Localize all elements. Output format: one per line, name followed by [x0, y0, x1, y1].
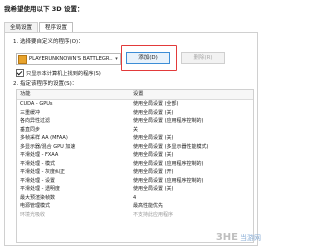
- table-row[interactable]: 平滑处理 - 设置 使用全局设置 (应用程序控制的): [17, 177, 253, 186]
- feature-cell: 多帧采样 AA (MFAA): [20, 135, 68, 141]
- checkbox-label: 只显示本计算机上找到的程序(S): [26, 70, 101, 77]
- feature-cell: 平滑处理 - 透明度: [20, 186, 60, 192]
- table-row[interactable]: 平滑处理 - 透明度 使用全局设置 (关): [17, 185, 253, 194]
- setting-cell[interactable]: 使用全局设置 (开): [130, 168, 253, 177]
- table-row[interactable]: 平滑处理 - 灰度纠正 使用全局设置 (开): [17, 168, 253, 177]
- program-app-icon: [18, 54, 27, 64]
- feature-cell: 最大预渲染帧数: [20, 194, 56, 201]
- setting-cell[interactable]: 使用全局设置 (关): [130, 134, 253, 143]
- watermark: 3HE 当游网: [216, 232, 261, 243]
- column-header-setting[interactable]: 设置: [130, 90, 253, 99]
- chevron-down-icon[interactable]: ▾: [113, 56, 120, 62]
- setting-cell[interactable]: 最高性能优先: [130, 202, 253, 211]
- program-select-value: PLAYERUNKNOWN'S BATTLEGR...: [29, 56, 113, 62]
- feature-cell: 环境光吸收: [20, 211, 46, 218]
- setting-cell[interactable]: 使用全局设置 (关): [130, 185, 253, 194]
- setting-cell[interactable]: 使用全局设置 (应用程序控制的): [130, 160, 253, 169]
- table-body: CUDA - GPUs 使用全局设置 (全部) 三重缓冲 使用全局设置 (关) 各向异性…: [17, 100, 253, 219]
- table-row[interactable]: 最大预渲染帧数 4: [17, 194, 253, 203]
- feature-cell: 各向异性过滤: [20, 118, 51, 124]
- step2-label: 2. 指定该程序的设置(S)：: [13, 81, 78, 87]
- program-settings-panel: 1. 选择要自定义的程序(O)： PLAYERUNKNOWN'S BATTLEG…: [4, 32, 258, 246]
- setting-cell[interactable]: 使用全局设置 (应用程序控制的): [130, 177, 253, 186]
- checkbox-check-icon[interactable]: [16, 69, 24, 77]
- setting-cell[interactable]: 使用全局设置 (关): [130, 109, 253, 118]
- tab-bar: 全局设置 程序设置: [4, 22, 74, 33]
- feature-cell: 平滑处理 - 设置: [20, 177, 55, 184]
- table-row[interactable]: CUDA - GPUs 使用全局设置 (全部): [17, 100, 253, 109]
- table-row[interactable]: 各向异性过滤 使用全局设置 (应用程序控制的): [17, 117, 253, 126]
- feature-cell: 平滑处理 - 灰度纠正: [20, 169, 65, 175]
- program-select[interactable]: PLAYERUNKNOWN'S BATTLEGR... ▾: [16, 53, 121, 65]
- step1-label: 1. 选择要自定义的程序(O)：: [13, 39, 84, 45]
- table-row[interactable]: 平滑处理 - 模式 使用全局设置 (应用程序控制的): [17, 160, 253, 169]
- setting-cell[interactable]: 使用全局设置 (应用程序控制的): [130, 117, 253, 126]
- remove-button[interactable]: 删除(R): [181, 52, 225, 64]
- setting-cell[interactable]: 4: [130, 194, 253, 203]
- feature-cell: 垂直同步: [20, 126, 41, 133]
- page-title: 我希望使用以下 3D 设置：: [4, 5, 84, 13]
- table-row[interactable]: 电源管理模式 最高性能优先: [17, 202, 253, 211]
- feature-cell: CUDA - GPUs: [20, 101, 53, 107]
- show-only-found-programs-checkbox[interactable]: 只显示本计算机上找到的程序(S): [16, 69, 101, 77]
- setting-cell[interactable]: 使用全局设置 (全部): [130, 100, 253, 109]
- setting-cell[interactable]: 使用全局设置 (关): [130, 151, 253, 160]
- table-row[interactable]: 平滑处理 - FXAA 使用全局设置 (关): [17, 151, 253, 160]
- watermark-logo: 3HE: [215, 232, 238, 243]
- table-row[interactable]: 垂直同步 关: [17, 126, 253, 135]
- add-button[interactable]: 添加(D): [126, 52, 170, 64]
- setting-cell[interactable]: 使用全局设置 (多显示器性能模式): [130, 143, 253, 152]
- table-row[interactable]: 多显示器/混合 GPU 加速 使用全局设置 (多显示器性能模式): [17, 143, 253, 152]
- feature-cell: 平滑处理 - 模式: [20, 160, 55, 167]
- feature-cell: 平滑处理 - FXAA: [20, 152, 59, 158]
- feature-cell: 多显示器/混合 GPU 加速: [20, 143, 76, 150]
- table-row[interactable]: 环境光吸收 不支持此应用程序: [17, 211, 253, 220]
- watermark-text: 当游网: [240, 233, 261, 242]
- setting-cell[interactable]: 不支持此应用程序: [130, 211, 253, 220]
- column-header-feature[interactable]: 功能: [17, 90, 130, 99]
- table-row[interactable]: 多帧采样 AA (MFAA) 使用全局设置 (关): [17, 134, 253, 143]
- setting-cell[interactable]: 关: [130, 126, 253, 135]
- table-header: 功能 设置: [17, 90, 253, 100]
- settings-table: 功能 设置 CUDA - GPUs 使用全局设置 (全部) 三重缓冲 使用全局设置 (…: [16, 89, 254, 243]
- feature-cell: 三重缓冲: [20, 109, 41, 116]
- table-row[interactable]: 三重缓冲 使用全局设置 (关): [17, 109, 253, 118]
- feature-cell: 电源管理模式: [20, 203, 51, 209]
